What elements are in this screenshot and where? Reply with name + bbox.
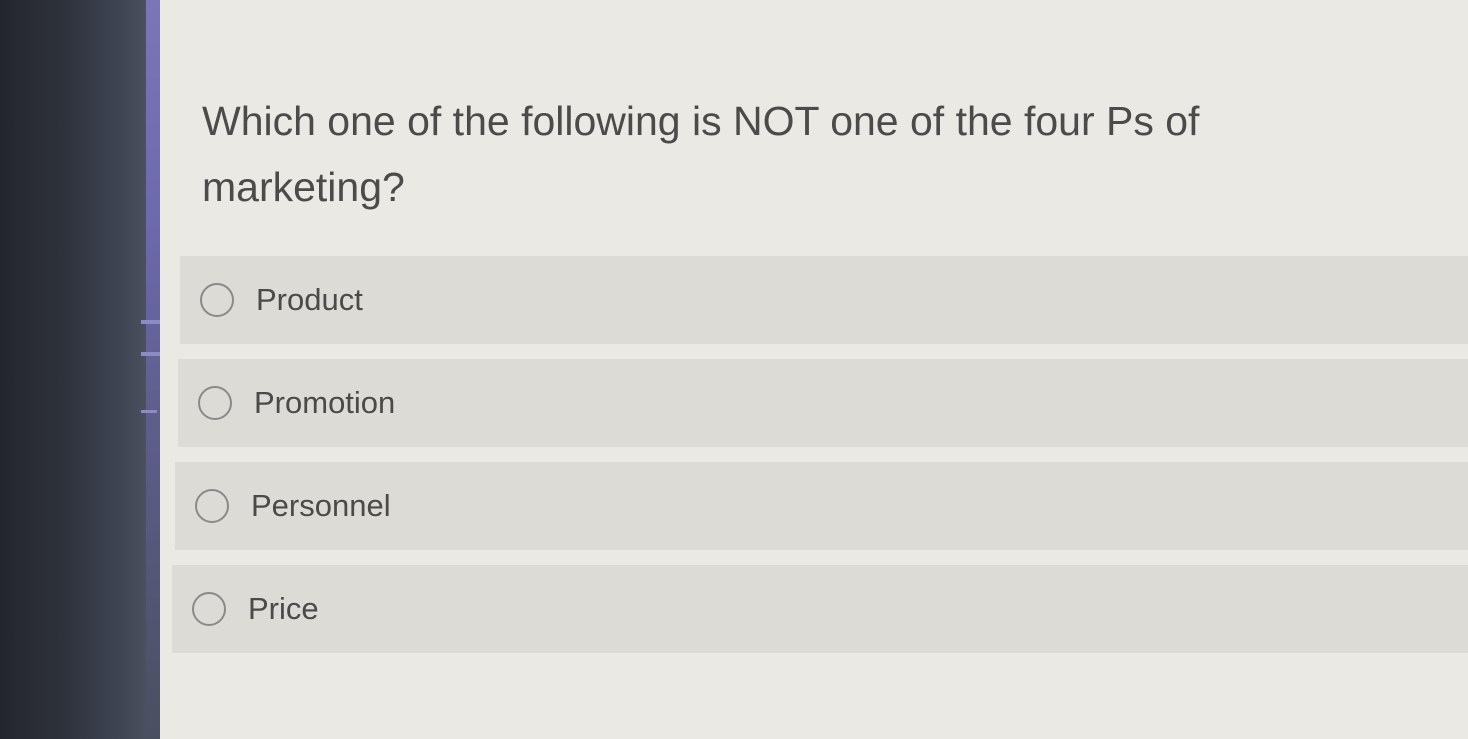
accent-tick <box>141 320 161 324</box>
answer-option-label: Product <box>256 282 363 317</box>
answer-option-label: Promotion <box>254 385 396 420</box>
monitor-bezel <box>0 0 150 739</box>
answer-option-personnel[interactable]: Personnel <box>175 462 1468 550</box>
accent-tick <box>141 352 161 356</box>
radio-button-icon[interactable] <box>195 489 229 523</box>
answer-options: Product Promotion Personnel Price <box>160 256 1468 668</box>
answer-option-price[interactable]: Price <box>172 565 1468 653</box>
answer-option-product[interactable]: Product <box>180 256 1468 344</box>
answer-option-label: Price <box>248 591 319 626</box>
quiz-panel: Which one of the following is NOT one of… <box>160 0 1468 739</box>
radio-button-icon[interactable] <box>192 592 226 626</box>
answer-option-promotion[interactable]: Promotion <box>178 359 1468 447</box>
radio-button-icon[interactable] <box>198 386 232 420</box>
answer-option-label: Personnel <box>251 488 391 523</box>
radio-button-icon[interactable] <box>200 283 234 317</box>
accent-tick <box>141 410 157 413</box>
question-text: Which one of the following is NOT one of… <box>202 98 1200 210</box>
